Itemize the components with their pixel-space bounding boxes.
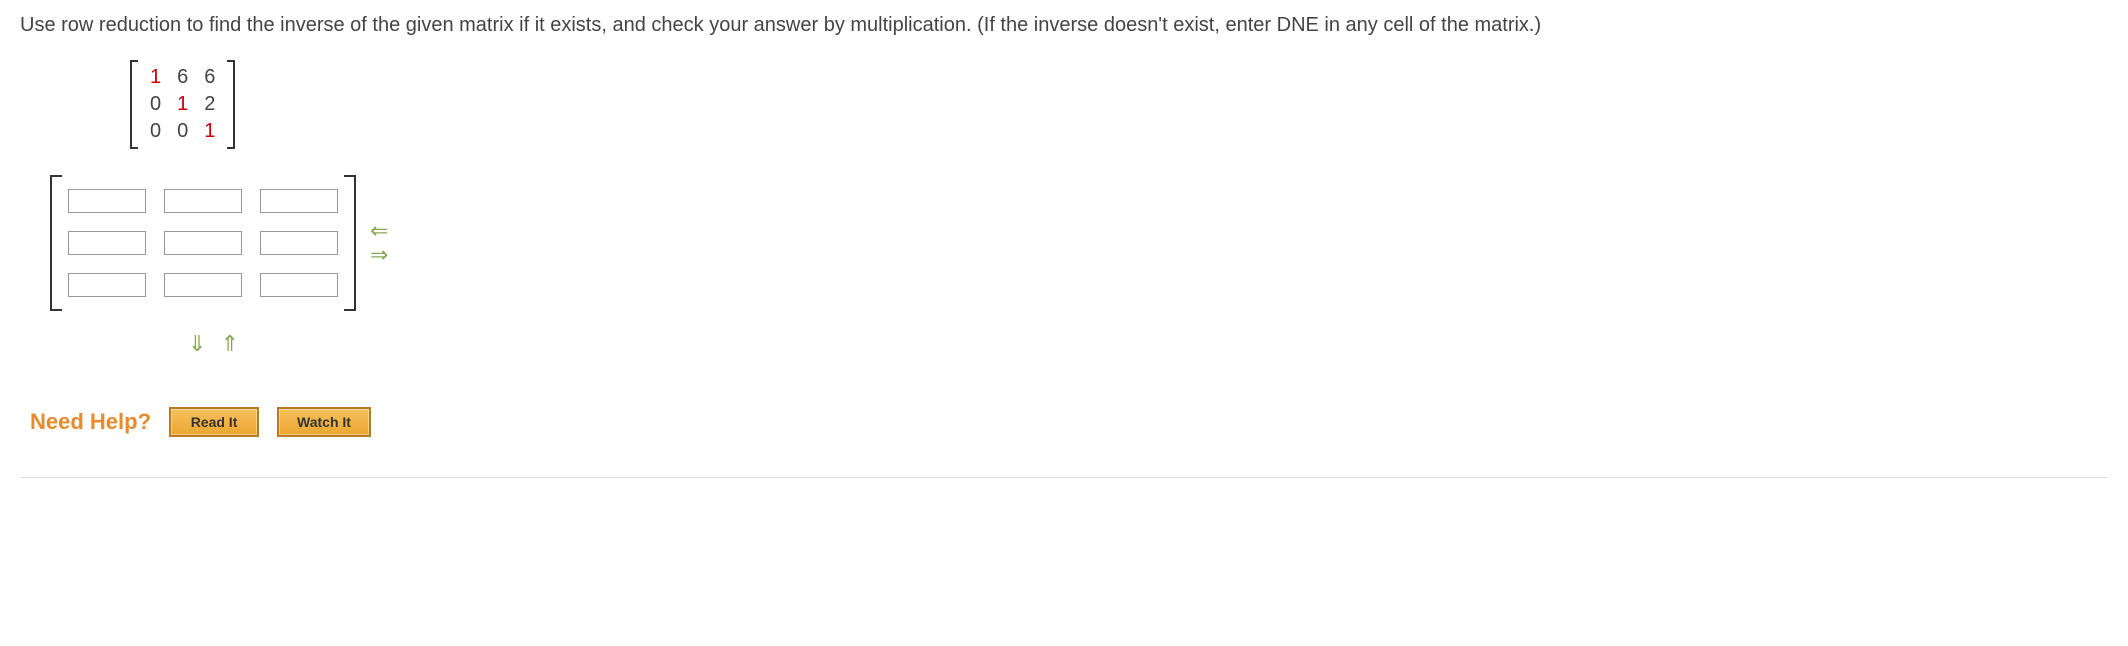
need-help-row: Need Help? Read It Watch It	[30, 407, 2108, 437]
answer-grid	[62, 175, 344, 311]
matrix-cell: 0	[169, 118, 196, 145]
matrix-cell: 0	[142, 91, 169, 118]
answer-cell-input[interactable]	[260, 189, 338, 213]
question-text: Use row reduction to find the inverse of…	[20, 10, 2108, 40]
answer-cell-input[interactable]	[68, 273, 146, 297]
matrix-cell: 1	[142, 64, 169, 91]
matrix-cell: 0	[142, 118, 169, 145]
answer-matrix: ⇐ ⇒	[50, 175, 2108, 311]
given-matrix: 1 6 6 0 1 2 0 0 1	[130, 60, 235, 155]
bracket-left	[130, 60, 138, 149]
matrix-cell: 1	[196, 118, 223, 145]
read-it-button[interactable]: Read It	[169, 407, 259, 437]
matrix-cell: 2	[196, 91, 223, 118]
arrow-up-icon: ⇑	[221, 331, 243, 356]
matrix-row: 0 0 1	[142, 118, 223, 145]
answer-cell-input[interactable]	[164, 189, 242, 213]
need-help-label: Need Help?	[30, 409, 151, 435]
watch-it-button[interactable]: Watch It	[277, 407, 371, 437]
bracket-left	[50, 175, 62, 311]
answer-cell-input[interactable]	[68, 231, 146, 255]
answer-cell-input[interactable]	[260, 231, 338, 255]
matrix-cell: 6	[169, 64, 196, 91]
answer-cell-input[interactable]	[164, 231, 242, 255]
answer-cell-input[interactable]	[68, 189, 146, 213]
matrix-cell: 6	[196, 64, 223, 91]
divider	[20, 477, 2108, 478]
bracket-right	[344, 175, 356, 311]
matrix-table: 1 6 6 0 1 2 0 0 1	[142, 64, 223, 145]
arrow-right-icon: ⇒	[370, 244, 388, 266]
answer-cell-input[interactable]	[164, 273, 242, 297]
matrix-row: 0 1 2	[142, 91, 223, 118]
matrix-row: 1 6 6	[142, 64, 223, 91]
resize-arrows-horizontal[interactable]: ⇐ ⇒	[370, 220, 388, 266]
arrow-left-icon: ⇐	[370, 220, 388, 242]
matrix-cell: 1	[169, 91, 196, 118]
resize-arrows-vertical[interactable]: ⇓ ⇑	[188, 331, 2108, 357]
arrow-down-icon: ⇓	[188, 331, 210, 356]
bracket-right	[227, 60, 235, 149]
answer-cell-input[interactable]	[260, 273, 338, 297]
